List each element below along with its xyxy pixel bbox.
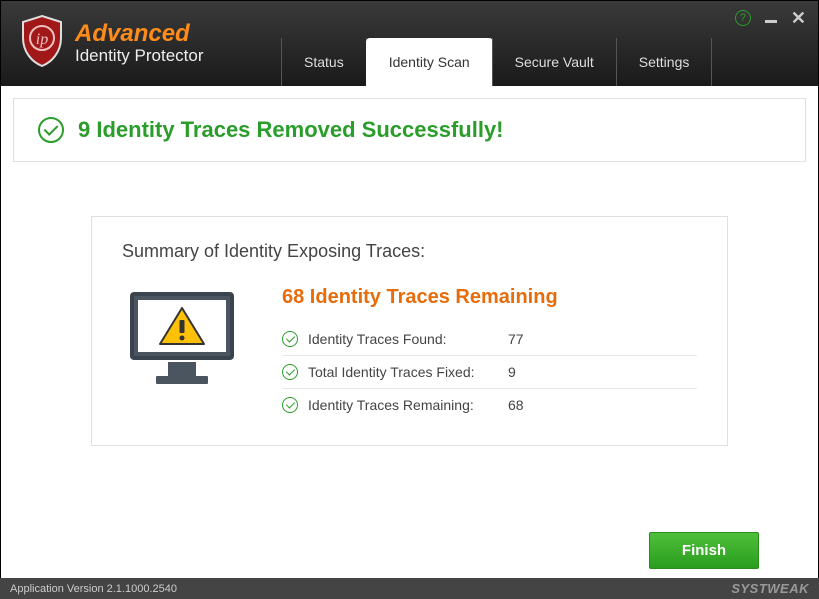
stat-row-remaining: Identity Traces Remaining: 68 [282,389,697,421]
stat-row-found: Identity Traces Found: 77 [282,323,697,356]
status-message: 9 Identity Traces Removed Successfully! [78,117,504,143]
bottom-bar: Application Version 2.1.1000.2540 SYSTWE… [0,578,819,599]
summary-title: Summary of Identity Exposing Traces: [122,241,697,262]
brand-area: ip Advanced Identity Protector [1,14,222,73]
summary-card: Summary of Identity Exposing Traces: 68 … [91,216,728,446]
tab-identity-scan[interactable]: Identity Scan [366,38,493,86]
stat-value: 77 [508,331,524,347]
stat-value: 68 [508,397,524,413]
stat-label: Total Identity Traces Fixed: [308,364,498,380]
check-icon [282,331,298,347]
brand-text: Advanced Identity Protector [75,21,204,66]
remaining-headline: 68 Identity Traces Remaining [282,286,697,309]
svg-text:ip: ip [36,31,48,48]
check-icon [282,364,298,380]
stat-label: Identity Traces Remaining: [308,397,498,413]
stat-label: Identity Traces Found: [308,331,498,347]
nav-tabs: Status Identity Scan Secure Vault Settin… [281,38,711,86]
status-banner: 9 Identity Traces Removed Successfully! [13,98,806,162]
app-header: ip Advanced Identity Protector Status Id… [1,1,818,86]
stat-row-fixed: Total Identity Traces Fixed: 9 [282,356,697,389]
minimize-icon[interactable] [765,20,777,23]
tab-status[interactable]: Status [281,38,367,86]
close-icon[interactable]: ✕ [791,9,806,27]
brand-main: Advanced [75,21,204,47]
check-icon [282,397,298,413]
brand-sub: Identity Protector [75,47,204,66]
footer-action-area: Finish [649,532,759,569]
summary-data: 68 Identity Traces Remaining Identity Tr… [282,286,697,421]
version-text: Application Version 2.1.1000.2540 [10,583,177,595]
check-circle-icon [38,117,64,143]
tab-secure-vault[interactable]: Secure Vault [492,38,617,86]
monitor-warning-icon [122,286,242,421]
window-controls: ? ✕ [735,9,806,27]
vendor-logo: SYSTWEAK [731,581,809,596]
help-icon[interactable]: ? [735,10,751,26]
finish-button[interactable]: Finish [649,532,759,569]
stat-value: 9 [508,364,516,380]
summary-body: 68 Identity Traces Remaining Identity Tr… [122,286,697,421]
shield-logo-icon: ip [19,14,65,73]
tab-settings[interactable]: Settings [616,38,713,86]
